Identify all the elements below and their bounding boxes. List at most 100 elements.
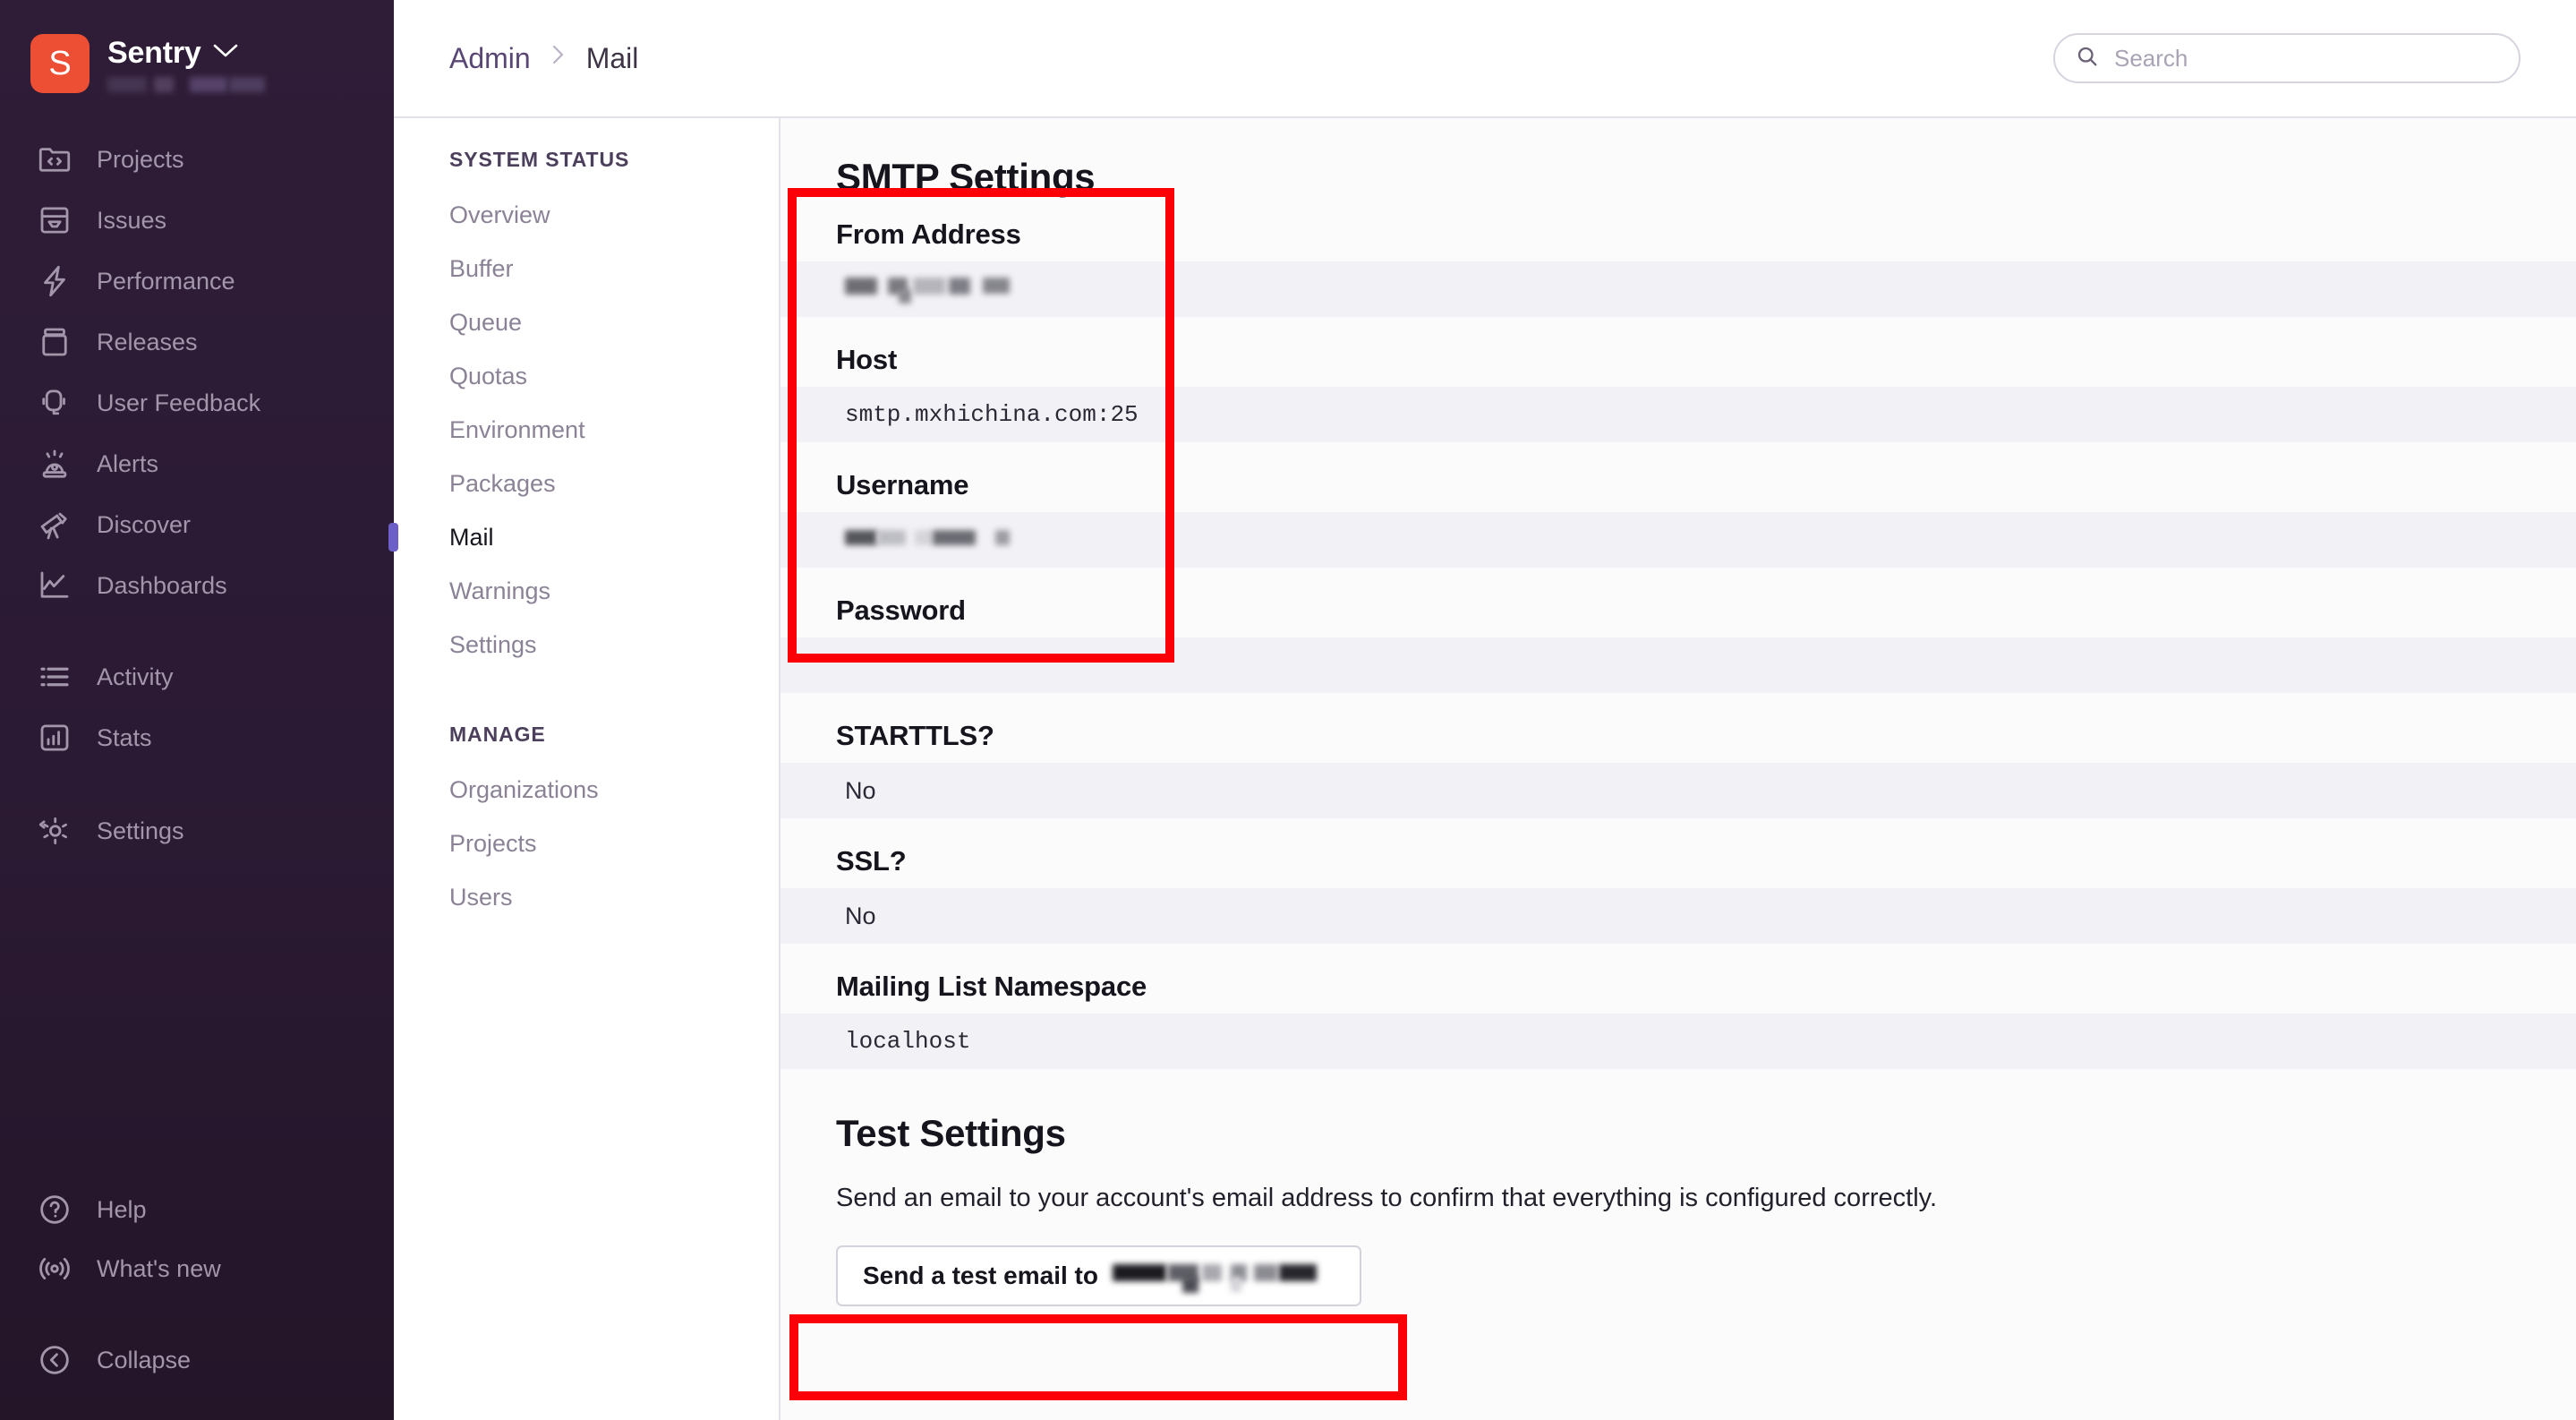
sidebar-collapse-button[interactable]: Collapse: [0, 1330, 394, 1390]
sidebar-item-settings[interactable]: Settings: [0, 800, 394, 861]
subnav-list-manage: Organizations Projects Users: [394, 763, 779, 924]
sidebar-item-activity[interactable]: Activity: [0, 646, 394, 707]
breadcrumb-mail[interactable]: Mail: [586, 42, 639, 75]
subnav-item-quotas[interactable]: Quotas: [394, 349, 779, 403]
subnav-item-organizations[interactable]: Organizations: [394, 763, 779, 817]
issues-stack-icon: [36, 201, 73, 239]
collapse-chevron-left-circle-icon: [36, 1341, 73, 1379]
sidebar-item-label: Releases: [97, 329, 198, 356]
search-box[interactable]: [2053, 33, 2521, 83]
subnav-item-label: Mail: [449, 524, 494, 552]
sidebar-item-label: Collapse: [97, 1347, 191, 1374]
primary-sidebar: S Sentry: [0, 0, 394, 1420]
search-input[interactable]: [2114, 45, 2499, 73]
sentry-logo: S: [30, 34, 90, 93]
subnav-heading-manage: MANAGE: [394, 672, 779, 747]
redacted-value: [845, 274, 1042, 304]
performance-lightning-icon: [36, 262, 73, 300]
field-starttls: STARTTLS? No: [780, 720, 2576, 818]
breadcrumb-admin[interactable]: Admin: [449, 42, 531, 75]
user-feedback-headset-icon: [36, 384, 73, 422]
sidebar-item-help[interactable]: Help: [0, 1180, 394, 1239]
subnav-list-system-status: Overview Buffer Queue Quotas Environment…: [394, 188, 779, 672]
subnav-item-label: Queue: [449, 309, 522, 337]
subnav-item-settings[interactable]: Settings: [394, 618, 779, 672]
sidebar-item-discover[interactable]: Discover: [0, 494, 394, 555]
subnav-item-label: Warnings: [449, 577, 550, 605]
redacted-value: [845, 525, 1042, 555]
subnav-item-label: Users: [449, 884, 513, 911]
admin-secondary-nav: SYSTEM STATUS Overview Buffer Queue Quot…: [394, 116, 780, 1420]
test-settings-title: Test Settings: [780, 1069, 2576, 1155]
subnav-item-label: Packages: [449, 470, 556, 498]
sidebar-item-stats[interactable]: Stats: [0, 707, 394, 768]
subnav-item-warnings[interactable]: Warnings: [394, 564, 779, 618]
sidebar-item-label: Settings: [97, 817, 184, 845]
search-icon: [2075, 44, 2100, 73]
field-from-address: From Address: [780, 218, 2576, 317]
subnav-item-environment[interactable]: Environment: [394, 403, 779, 457]
subnav-item-label: Projects: [449, 830, 537, 858]
subnav-item-label: Organizations: [449, 776, 599, 804]
send-test-email-button[interactable]: Send a test email to: [836, 1245, 1361, 1306]
send-test-email-label: Send a test email to: [863, 1262, 1098, 1290]
test-button-row: Send a test email to: [780, 1213, 2576, 1306]
field-value: localhost: [780, 1014, 2576, 1069]
field-value: No: [780, 888, 2576, 944]
sidebar-item-label: Stats: [97, 724, 152, 752]
top-bar: Admin Mail: [394, 0, 2576, 116]
projects-folder-code-icon: [36, 141, 73, 178]
settings-gear-icon: [36, 812, 73, 850]
subnav-item-mail[interactable]: Mail: [394, 510, 779, 564]
whats-new-broadcast-icon: [36, 1250, 73, 1287]
sidebar-item-whats-new[interactable]: What's new: [0, 1239, 394, 1298]
org-dropdown[interactable]: S Sentry: [0, 23, 394, 106]
breadcrumb-separator-icon: [549, 42, 568, 74]
field-host: Host smtp.mxhichina.com:25: [780, 344, 2576, 442]
field-label: Host: [780, 344, 2576, 376]
subnav-heading-system-status: SYSTEM STATUS: [394, 118, 779, 172]
sidebar-item-label: Help: [97, 1196, 147, 1224]
sidebar-item-label: Performance: [97, 268, 235, 295]
field-label: Username: [780, 469, 2576, 501]
discover-telescope-icon: [36, 506, 73, 543]
subnav-item-users[interactable]: Users: [394, 870, 779, 924]
right-pane: Admin Mail SYSTEM STATUS O: [394, 0, 2576, 1420]
field-ssl: SSL? No: [780, 845, 2576, 944]
main-content: SMTP Settings From Address: [780, 116, 2576, 1420]
field-label: Password: [780, 595, 2576, 627]
subnav-item-queue[interactable]: Queue: [394, 295, 779, 349]
org-subtitle-redacted: [107, 77, 264, 92]
sidebar-item-releases[interactable]: Releases: [0, 312, 394, 372]
subnav-item-packages[interactable]: Packages: [394, 457, 779, 510]
sidebar-item-alerts[interactable]: Alerts: [0, 433, 394, 494]
sidebar-item-performance[interactable]: Performance: [0, 251, 394, 312]
subnav-item-overview[interactable]: Overview: [394, 188, 779, 242]
sidebar-tertiary-group: Settings: [0, 800, 394, 861]
sidebar-item-projects[interactable]: Projects: [0, 129, 394, 190]
subnav-item-label: Buffer: [449, 255, 514, 283]
chevron-down-icon: [213, 43, 238, 64]
field-label: Mailing List Namespace: [780, 971, 2576, 1003]
smtp-field-list: From Address: [780, 218, 2576, 1069]
sidebar-item-dashboards[interactable]: Dashboards: [0, 555, 394, 616]
field-username: Username: [780, 469, 2576, 568]
sidebar-item-label: Issues: [97, 207, 166, 235]
redacted-email-value: [1113, 1262, 1335, 1289]
subnav-item-manage-projects[interactable]: Projects: [394, 817, 779, 870]
sidebar-bottom-group: Help What's new Collapse: [0, 1180, 394, 1420]
sidebar-spacer: [0, 861, 394, 1180]
subnav-item-buffer[interactable]: Buffer: [394, 242, 779, 295]
field-value-redacted: [780, 512, 2576, 568]
sidebar-item-issues[interactable]: Issues: [0, 190, 394, 251]
test-settings-description: Send an email to your account's email ad…: [780, 1155, 2576, 1213]
releases-package-icon: [36, 323, 73, 361]
field-mailing-list-namespace: Mailing List Namespace localhost: [780, 971, 2576, 1069]
stats-bar-chart-icon: [36, 719, 73, 757]
sidebar-item-label: Dashboards: [97, 572, 227, 600]
sidebar-item-label: Projects: [97, 146, 184, 174]
sidebar-item-user-feedback[interactable]: User Feedback: [0, 372, 394, 433]
subnav-item-label: Quotas: [449, 363, 527, 390]
body-row: SYSTEM STATUS Overview Buffer Queue Quot…: [394, 116, 2576, 1420]
org-name: Sentry: [107, 36, 201, 71]
